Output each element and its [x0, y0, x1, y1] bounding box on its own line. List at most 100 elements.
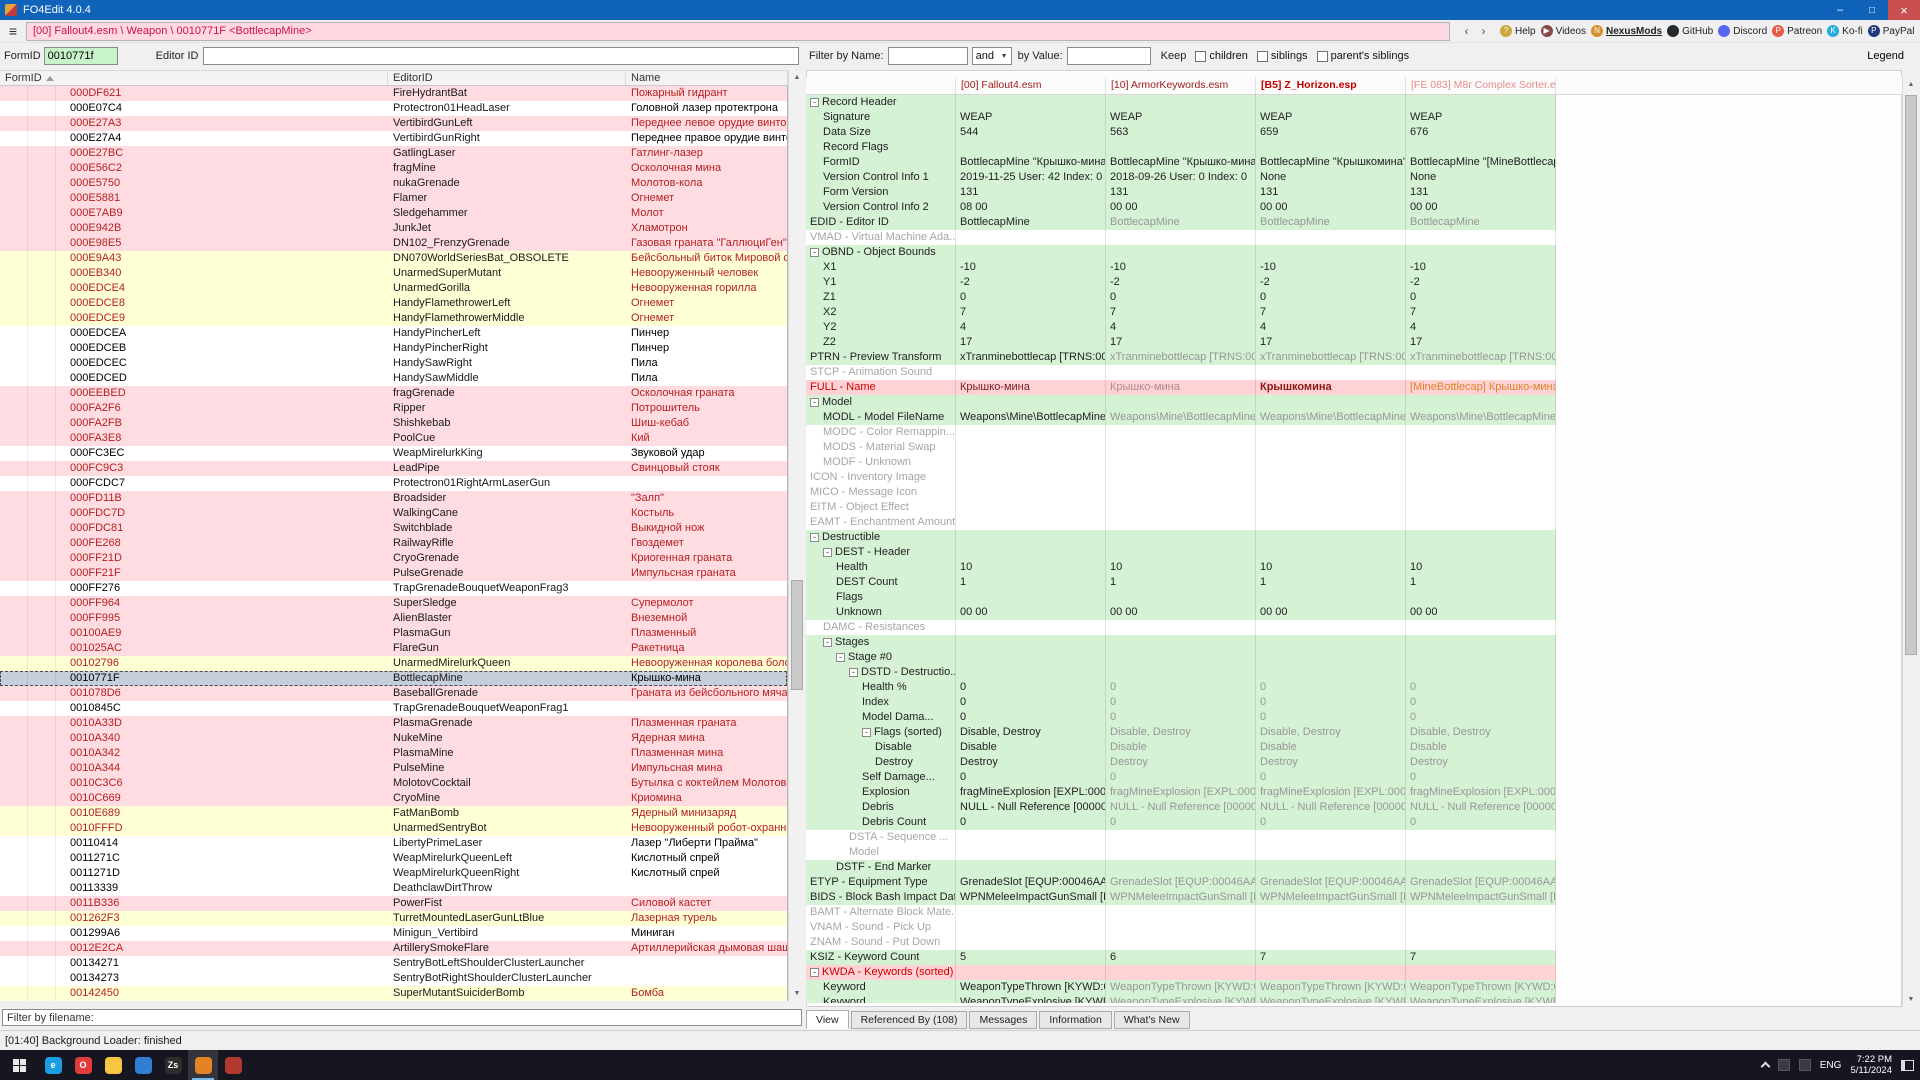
record-row[interactable]: MODS - Material Swap — [806, 440, 1556, 455]
table-row[interactable]: 000FF995AlienBlasterВнеземной — [0, 611, 787, 626]
record-row[interactable]: DestroyDestroyDestroyDestroyDestroy — [806, 755, 1556, 770]
record-row[interactable]: KeywordWeaponTypeThrown [KYWD:000...Weap… — [806, 980, 1556, 995]
collapse-toggle-icon[interactable]: - — [810, 248, 819, 257]
opera-icon[interactable]: O — [68, 1050, 98, 1080]
app-blue-icon[interactable] — [128, 1050, 158, 1080]
table-row[interactable]: 0011B336PowerFistСиловой кастет — [0, 896, 787, 911]
collapse-toggle-icon[interactable]: - — [823, 548, 832, 557]
operator-dropdown[interactable]: and — [972, 47, 1012, 65]
table-row[interactable]: 000FE268RailwayRifleГвоздемет — [0, 536, 787, 551]
record-row[interactable]: PTRN - Preview TransformxTranminebottlec… — [806, 350, 1556, 365]
record-row[interactable]: Y24444 — [806, 320, 1556, 335]
record-row[interactable]: ExplosionfragMineExplosion [EXPL:000EEC.… — [806, 785, 1556, 800]
record-row[interactable]: STCP - Animation Sound — [806, 365, 1556, 380]
plugin-column-header[interactable]: [10] ArmorKeywords.esm — [1106, 77, 1256, 94]
scroll-down-icon[interactable]: ▼ — [789, 986, 805, 1001]
scroll-down-icon[interactable]: ▼ — [1903, 992, 1919, 1007]
table-row[interactable]: 000E9A43DN070WorldSeriesBat_OBSOLETEБейс… — [0, 251, 787, 266]
forward-icon[interactable]: › — [1475, 22, 1492, 40]
table-row[interactable]: 000E5881FlamerОгнемет — [0, 191, 787, 206]
table-row[interactable]: 000FDC81SwitchbladeВыкидной нож — [0, 521, 787, 536]
tab-messages[interactable]: Messages — [969, 1011, 1037, 1029]
record-row[interactable]: KeywordWeaponTypeExplosive [KYWD:00...We… — [806, 995, 1556, 1003]
record-row[interactable]: EDID - Editor IDBottlecapMineBottlecapMi… — [806, 215, 1556, 230]
tab-referenced-by-108[interactable]: Referenced By (108) — [851, 1011, 968, 1029]
checkbox-children[interactable]: children — [1195, 50, 1248, 62]
table-row[interactable]: 000EDCE9HandyFlamethrowerMiddleОгнемет — [0, 311, 787, 326]
edge-icon[interactable]: e — [38, 1050, 68, 1080]
collapse-toggle-icon[interactable]: - — [836, 653, 845, 662]
table-row[interactable]: 001299A6Minigun_VertibirdМиниган — [0, 926, 787, 941]
table-row[interactable]: 00100AE9PlasmaGunПлазменный — [0, 626, 787, 641]
record-row[interactable]: FULL - NameКрышко-минаКрышко-минаКрышком… — [806, 380, 1556, 395]
language-indicator[interactable]: ENG — [1820, 1060, 1842, 1071]
table-row[interactable]: 000FCDC7Protectron01RightArmLaserGun — [0, 476, 787, 491]
table-row[interactable]: 001262F3TurretMountedLaserGunLtBlueЛазер… — [0, 911, 787, 926]
tab-information[interactable]: Information — [1039, 1011, 1112, 1029]
table-row[interactable]: 000E27A4VertibirdGunRightПереднее правое… — [0, 131, 787, 146]
legend-link[interactable]: Legend — [1867, 50, 1904, 62]
table-row[interactable]: 0010A344PulseMineИмпульсная мина — [0, 761, 787, 776]
nav-link-help[interactable]: ?Help — [1500, 25, 1536, 37]
nav-link-kofi[interactable]: KKo-fi — [1827, 25, 1863, 37]
minimize-icon[interactable] — [1824, 0, 1856, 20]
formid-input[interactable] — [44, 47, 118, 65]
table-row[interactable]: 000FF276TrapGrenadeBouquetWeaponFrag3 — [0, 581, 787, 596]
collapse-toggle-icon[interactable]: - — [849, 668, 858, 677]
record-row[interactable]: -Destructible — [806, 530, 1556, 545]
filename-filter-input[interactable]: Filter by filename: — [2, 1009, 802, 1026]
table-row[interactable]: 000EEBEDfragGrenadeОсколочная граната — [0, 386, 787, 401]
record-row[interactable]: -KWDA - Keywords (sorted) — [806, 965, 1556, 980]
record-row[interactable]: DAMC - Resistances — [806, 620, 1556, 635]
scrollbar-thumb[interactable] — [791, 580, 803, 690]
record-row[interactable]: BIDS - Block Bash Impact Dat...WPNMeleeI… — [806, 890, 1556, 905]
record-row[interactable]: Flags — [806, 590, 1556, 605]
record-row[interactable]: KSIZ - Keyword Count5677 — [806, 950, 1556, 965]
record-row[interactable]: ZNAM - Sound - Put Down — [806, 935, 1556, 950]
back-icon[interactable]: ‹ — [1458, 22, 1475, 40]
record-row[interactable]: MODL - Model FileNameWeapons\Mine\Bottle… — [806, 410, 1556, 425]
table-row[interactable]: 000FA2F6RipperПотрошитель — [0, 401, 787, 416]
table-row[interactable]: 0010A33DPlasmaGrenadeПлазменная граната — [0, 716, 787, 731]
fo4edit-icon[interactable] — [188, 1050, 218, 1080]
table-row[interactable]: 000EDCE8HandyFlamethrowerLeftОгнемет — [0, 296, 787, 311]
record-row[interactable]: Model Dama...0000 — [806, 710, 1556, 725]
record-row[interactable]: -DSTD - Destructio... — [806, 665, 1556, 680]
record-row[interactable]: DEST Count1111 — [806, 575, 1556, 590]
tab-view[interactable]: View — [806, 1010, 849, 1029]
table-row[interactable]: 0010771FBottlecapMineКрышко-мина — [0, 671, 787, 686]
record-row[interactable]: Debris Count0000 — [806, 815, 1556, 830]
table-row[interactable]: 000EDCEDHandySawMiddleПила — [0, 371, 787, 386]
record-row[interactable]: Index0000 — [806, 695, 1556, 710]
collapse-toggle-icon[interactable]: - — [810, 398, 819, 407]
menu-icon[interactable]: ≡ — [0, 23, 26, 39]
plugin-column-header[interactable]: [00] Fallout4.esm — [956, 77, 1106, 94]
table-row[interactable]: 00102796UnarmedMirelurkQueenНевооруженна… — [0, 656, 787, 671]
clock[interactable]: 7:22 PM 5/11/2024 — [1850, 1054, 1892, 1076]
nav-link-videos[interactable]: ▶Videos — [1541, 25, 1586, 37]
table-row[interactable]: 000E942BJunkJetХламотрон — [0, 221, 787, 236]
table-row[interactable]: 00142450SuperMutantSuiciderBombБомба — [0, 986, 787, 1001]
record-row[interactable]: -Stage #0 — [806, 650, 1556, 665]
table-row[interactable]: 000FC3ECWeapMirelurkKingЗвуковой удар — [0, 446, 787, 461]
table-row[interactable]: 000FF21FPulseGrenadeИмпульсная граната — [0, 566, 787, 581]
collapse-toggle-icon[interactable]: - — [862, 728, 871, 737]
record-row[interactable]: -Record Header — [806, 95, 1556, 110]
breadcrumb[interactable]: [00] Fallout4.esm \ Weapon \ 0010771F <B… — [26, 22, 1450, 41]
table-row[interactable]: 000EDCEBHandyPincherRightПинчер — [0, 341, 787, 356]
nav-link-paypal[interactable]: PPayPal — [1868, 25, 1915, 37]
scroll-up-icon[interactable]: ▲ — [1903, 77, 1919, 92]
column-header-name[interactable]: Name — [626, 71, 788, 85]
plugin-column-header[interactable]: [B5] Z_Horizon.esp — [1256, 77, 1406, 94]
table-row[interactable]: 0011271DWeapMirelurkQueenRightКислотный … — [0, 866, 787, 881]
record-row[interactable]: EAMT - Enchantment Amount — [806, 515, 1556, 530]
table-row[interactable]: 0011271CWeapMirelurkQueenLeftКислотный с… — [0, 851, 787, 866]
record-row[interactable]: MODC - Color Remappin... — [806, 425, 1556, 440]
table-row[interactable]: 0010FFFDUnarmedSentryBotНевооруженный ро… — [0, 821, 787, 836]
table-row[interactable]: 000EDCEAHandyPincherLeftПинчер — [0, 326, 787, 341]
record-row[interactable]: -OBND - Object Bounds — [806, 245, 1556, 260]
record-row[interactable]: -Model — [806, 395, 1556, 410]
record-row[interactable]: BAMT - Alternate Block Mate... — [806, 905, 1556, 920]
table-row[interactable]: 000E7AB9SledgehammerМолот — [0, 206, 787, 221]
record-row[interactable]: Y1-2-2-2-2 — [806, 275, 1556, 290]
